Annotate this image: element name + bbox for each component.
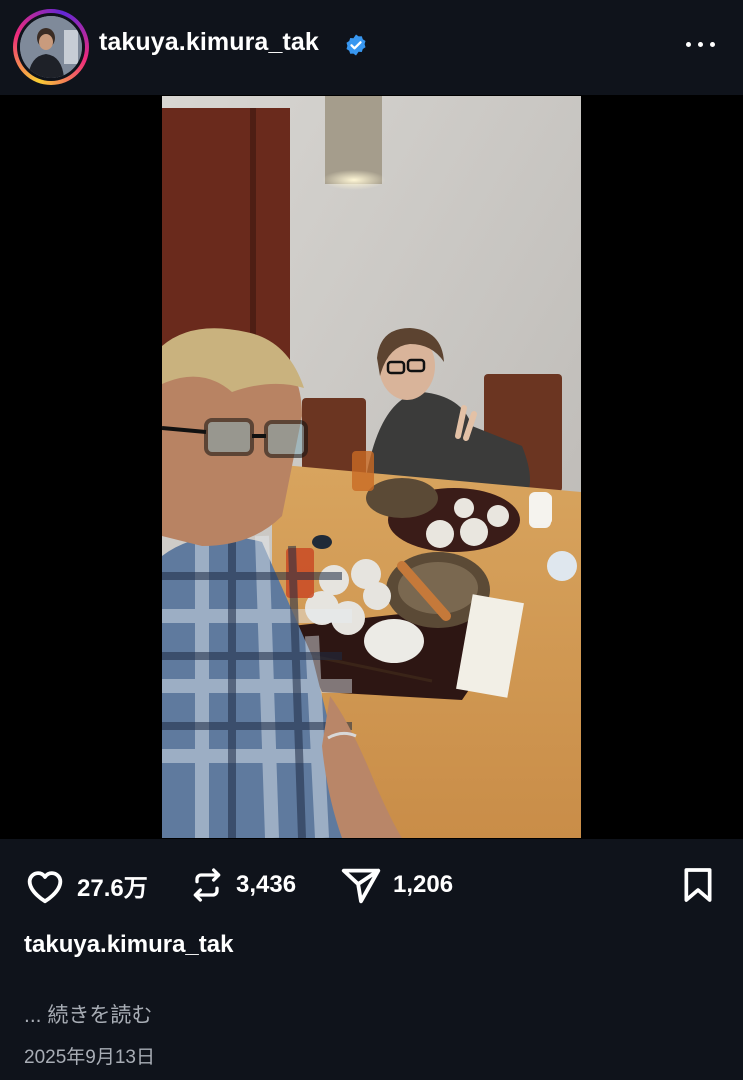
avatar[interactable]: [13, 9, 89, 85]
like-button[interactable]: 27.6万: [22, 860, 148, 910]
send-icon: [341, 868, 381, 904]
post-media[interactable]: [0, 95, 743, 839]
repost-icon: [193, 868, 221, 902]
caption-username[interactable]: takuya.kimura_tak: [24, 931, 233, 959]
post-header: takuya.kimura_tak: [0, 0, 743, 95]
bookmark-icon[interactable]: [678, 864, 718, 906]
like-count: 27.6万: [77, 874, 148, 902]
username[interactable]: takuya.kimura_tak: [99, 28, 319, 57]
action-bar: 27.6万 3,436 1,206: [0, 860, 743, 910]
post-photo[interactable]: [162, 96, 581, 838]
read-more-link[interactable]: ... 続きを読む: [24, 999, 152, 1029]
repost-count: 3,436: [236, 871, 297, 898]
share-button[interactable]: 1,206: [338, 860, 453, 910]
post-date: 2025年9月13日: [24, 1047, 155, 1068]
verified-badge-icon: [346, 34, 366, 56]
repost-button[interactable]: 3,436: [187, 860, 296, 910]
more-options-button[interactable]: [683, 30, 719, 58]
share-count: 1,206: [393, 871, 454, 898]
avatar-photo: [20, 16, 82, 78]
heart-icon: [27, 871, 63, 904]
